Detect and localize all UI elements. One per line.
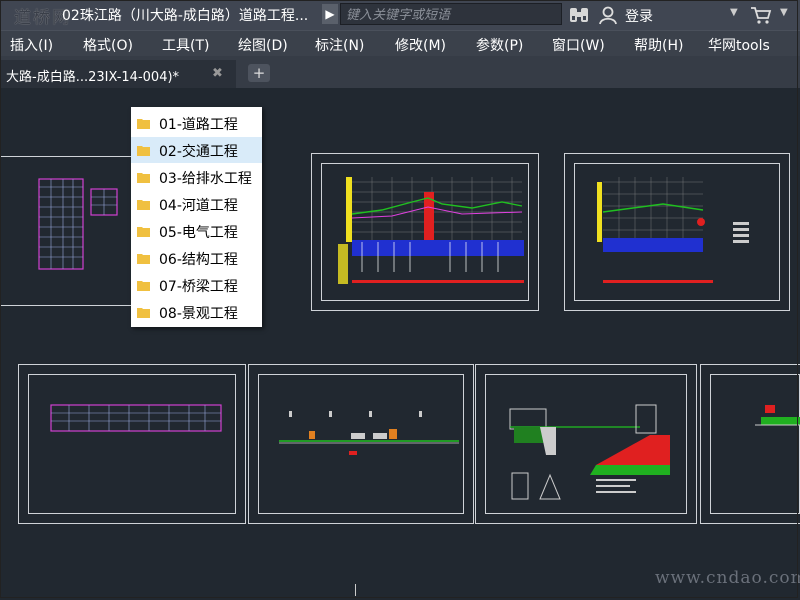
- search-input[interactable]: [341, 5, 561, 26]
- folder-popup-menu: 01-道路工程 02-交通工程 03-给排水工程 04-河道工程 05-电气工程…: [131, 107, 262, 327]
- site-watermark: www.cndao.com: [655, 568, 800, 588]
- cart-icon[interactable]: [750, 5, 772, 25]
- folder-item-landscape[interactable]: 08-景观工程: [131, 299, 262, 325]
- menu-bar: 插入(I) 格式(O) 工具(T) 绘图(D) 标注(N) 修改(M) 参数(P…: [0, 30, 800, 56]
- menu-format[interactable]: 格式(O): [83, 35, 133, 55]
- folder-label: 01-道路工程: [159, 117, 238, 133]
- folder-label: 06-结构工程: [159, 252, 238, 268]
- new-tab-button[interactable]: +: [248, 64, 270, 82]
- folder-label: 05-电气工程: [159, 225, 238, 241]
- folder-icon: [137, 254, 150, 264]
- login-link[interactable]: 登录: [625, 6, 653, 26]
- menu-parameters[interactable]: 参数(P): [476, 35, 523, 55]
- drawing-sheet[interactable]: [475, 364, 697, 524]
- close-icon[interactable]: ✖: [212, 66, 223, 81]
- profile-drawing-thumbnail: [597, 177, 749, 283]
- folder-icon: [137, 146, 150, 156]
- drawing-sheet[interactable]: [0, 156, 150, 306]
- folder-item-electrical[interactable]: 05-电气工程: [131, 218, 262, 244]
- folder-label: 08-景观工程: [159, 306, 238, 322]
- folder-item-river[interactable]: 04-河道工程: [131, 191, 262, 217]
- menu-insert[interactable]: 插入(I): [10, 35, 53, 55]
- folder-item-road[interactable]: 01-道路工程: [131, 110, 262, 136]
- folder-icon: [137, 227, 150, 237]
- search-box[interactable]: [340, 3, 562, 26]
- login-dropdown-icon[interactable]: ▼: [730, 7, 738, 18]
- menu-help[interactable]: 帮助(H): [634, 35, 683, 55]
- sheet-border: [28, 374, 236, 514]
- folder-label: 03-给排水工程: [159, 171, 252, 187]
- title-bar: 道桥网 02珠江路（川大路-成白路）道路工程... ▶ 登录 ▼ ▼: [0, 0, 800, 30]
- folder-label: 02-交通工程: [159, 144, 238, 160]
- tab-label: 大路-成白路...23IX-14-004)*: [6, 70, 180, 85]
- folder-item-traffic[interactable]: 02-交通工程: [131, 137, 262, 163]
- detail-drawing-thumbnail: [755, 405, 800, 426]
- folder-item-structure[interactable]: 06-结构工程: [131, 245, 262, 271]
- folder-icon: [137, 173, 150, 183]
- menu-huawang-tools[interactable]: 华网tools: [708, 35, 770, 55]
- folder-icon: [137, 308, 150, 318]
- profile-drawing-thumbnail: [338, 177, 524, 284]
- table-thumbnail: [50, 404, 222, 432]
- table-thumbnail: [38, 178, 118, 270]
- menu-modify[interactable]: 修改(M): [395, 35, 446, 55]
- binoculars-icon[interactable]: [568, 6, 590, 24]
- drawing-sheet[interactable]: [18, 364, 246, 524]
- user-icon[interactable]: [598, 5, 618, 25]
- tab-current-drawing[interactable]: 大路-成白路...23IX-14-004)* ✖: [0, 60, 236, 88]
- menu-draw[interactable]: 绘图(D): [238, 35, 288, 55]
- menu-dimension[interactable]: 标注(N): [315, 35, 364, 55]
- cursor-crosshair: [355, 584, 356, 596]
- menu-tools[interactable]: 工具(T): [162, 35, 209, 55]
- drawing-sheet[interactable]: [311, 153, 539, 311]
- menu-window[interactable]: 窗口(W): [552, 35, 605, 55]
- detail-drawing-thumbnail: [509, 404, 670, 500]
- drawing-sheet[interactable]: [700, 364, 800, 524]
- folder-label: 07-桥梁工程: [159, 279, 238, 295]
- drawing-sheet[interactable]: [564, 153, 790, 311]
- cross-section-thumbnail: [279, 411, 459, 455]
- folder-icon: [137, 200, 150, 210]
- drawing-sheet[interactable]: [248, 364, 474, 524]
- folder-item-bridge[interactable]: 07-桥梁工程: [131, 272, 262, 298]
- folder-label: 04-河道工程: [159, 198, 238, 214]
- more-dropdown-icon[interactable]: ▼: [780, 7, 788, 18]
- document-tab-bar: 大路-成白路...23IX-14-004)* ✖ +: [0, 56, 800, 88]
- drawing-canvas[interactable]: [0, 88, 800, 600]
- document-title: 02珠江路（川大路-成白路）道路工程...: [62, 8, 309, 24]
- folder-icon: [137, 119, 150, 129]
- folder-icon: [137, 281, 150, 291]
- folder-item-drainage[interactable]: 03-给排水工程: [131, 164, 262, 190]
- title-expand-arrow-icon[interactable]: ▶: [322, 4, 338, 24]
